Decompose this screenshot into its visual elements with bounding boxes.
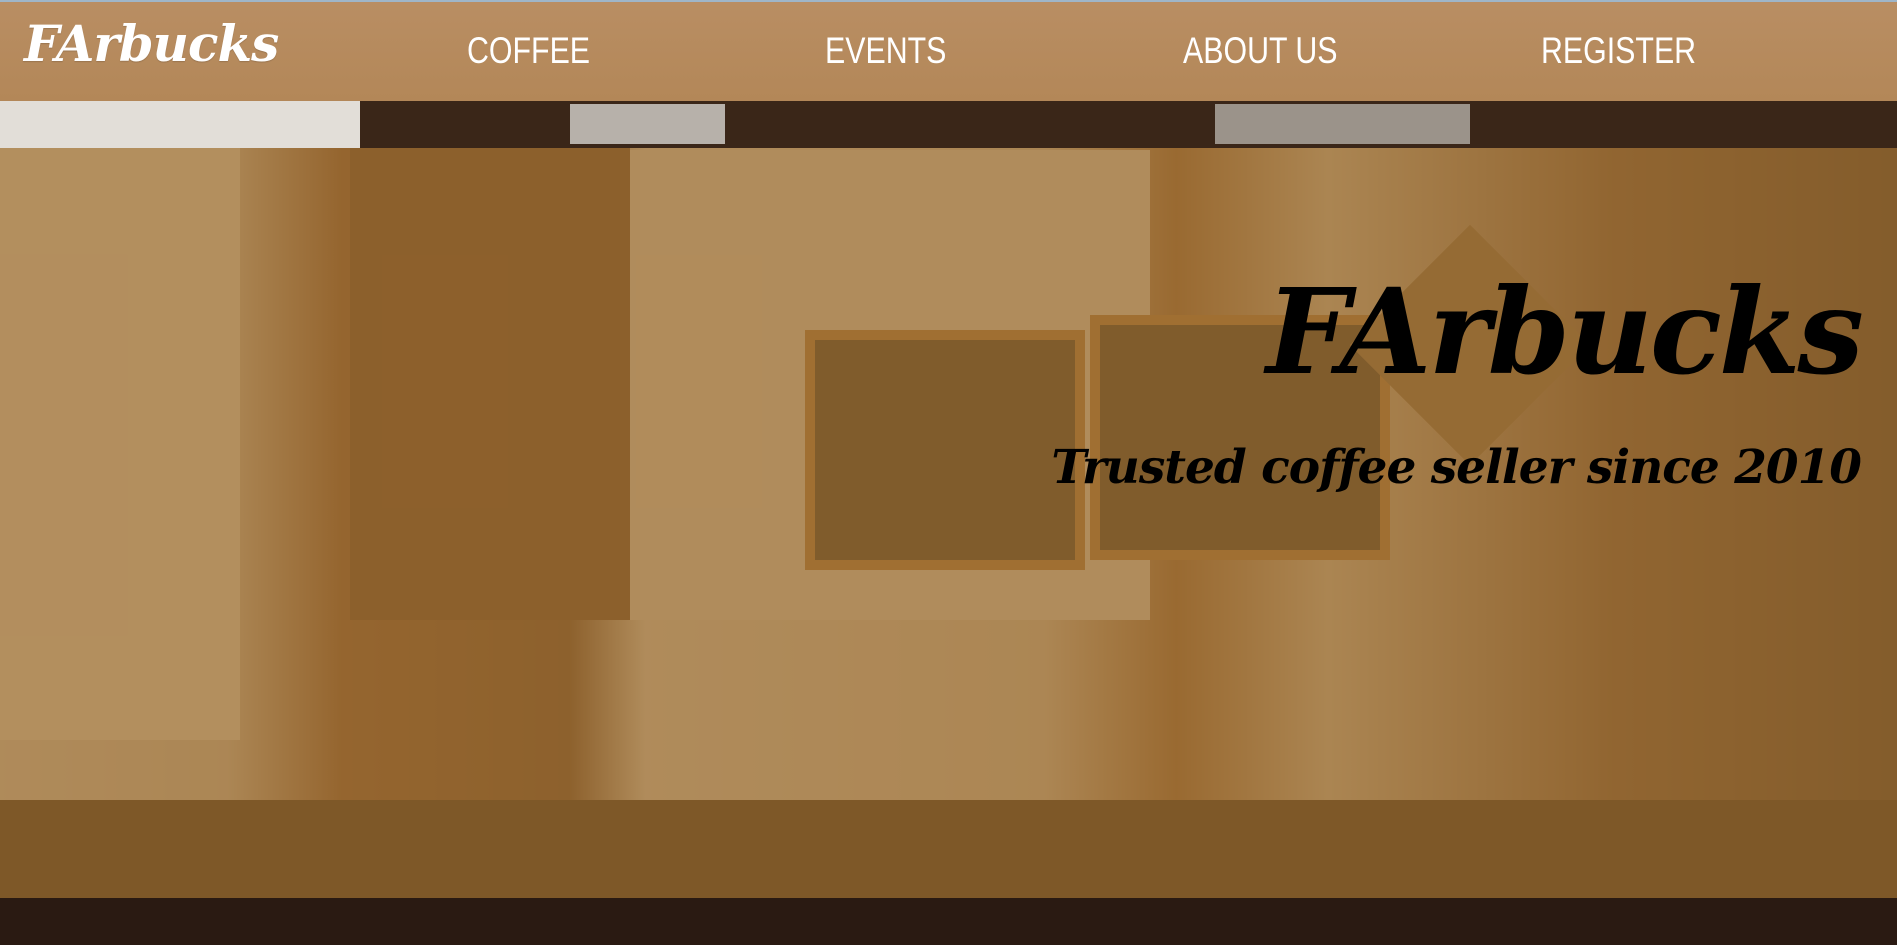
ceiling-light [0,100,360,148]
nav-link-events[interactable]: EVENTS [825,30,946,72]
hero-overlay [0,148,1897,898]
nav-link-about-us[interactable]: ABOUT US [1183,30,1338,72]
brand-logo[interactable]: FArbucks [24,14,279,73]
page: FArbucks COFFEE EVENTS ABOUT US REGISTER… [0,0,1897,945]
nav-link-coffee[interactable]: COFFEE [467,30,590,72]
ceiling-duct [1215,104,1470,144]
hero-title: FArbucks [1266,262,1864,401]
nav-link-register[interactable]: REGISTER [1541,30,1696,72]
ceiling-fixture [570,104,725,144]
top-navbar: FArbucks COFFEE EVENTS ABOUT US REGISTER [0,0,1897,101]
hero-subtitle: Trusted coffee seller since 2010 [1051,440,1862,495]
